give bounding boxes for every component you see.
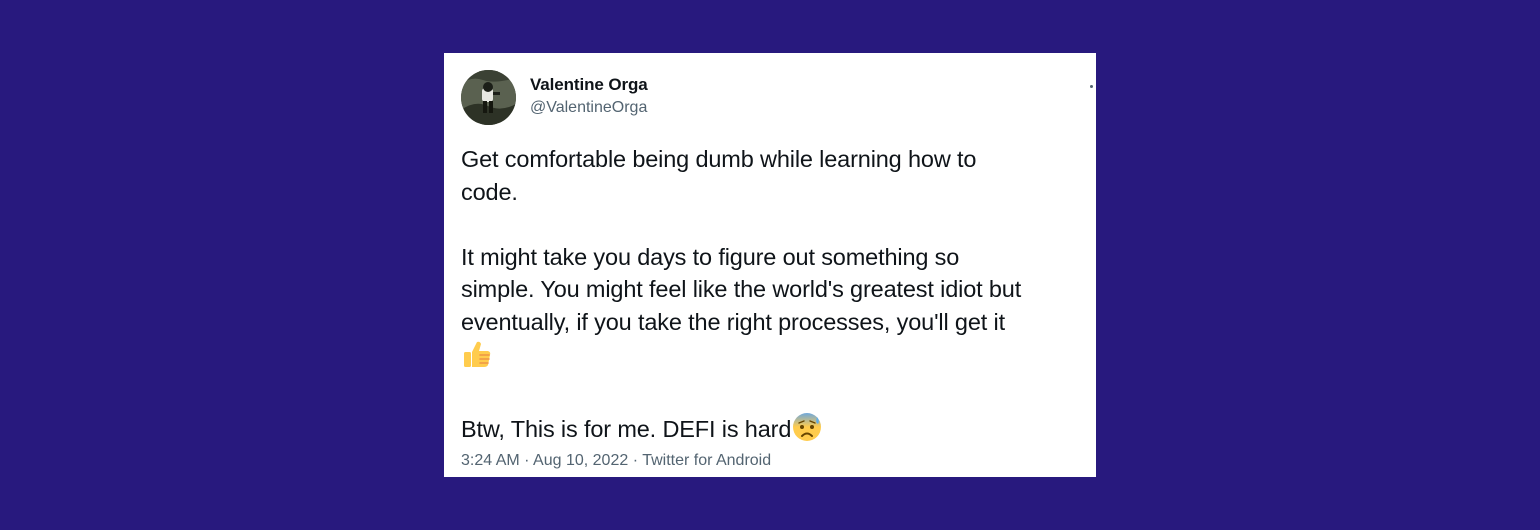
- anxious-face-with-sweat-icon: [791, 411, 823, 452]
- more-options-icon[interactable]: [1088, 83, 1094, 89]
- author-name[interactable]: Valentine Orga: [530, 75, 648, 95]
- tweet-time[interactable]: 3:24 AM: [461, 452, 520, 469]
- avatar[interactable]: [461, 70, 516, 125]
- tweet-line: Get comfortable being dumb while learnin…: [461, 146, 977, 172]
- tweet-line: eventually, if you take the right proces…: [461, 308, 1005, 335]
- thumbs-up-icon: [461, 338, 493, 379]
- tweet-line: Btw, This is for me. DEFI is hard: [461, 416, 792, 442]
- tweet-line-last: Btw, This is for me. DEFI is hard: [461, 411, 1096, 452]
- tweet-line: It might take you days to figure out som…: [461, 243, 960, 270]
- meta-separator: ·: [632, 452, 639, 469]
- tweet-source[interactable]: Twitter for Android: [642, 452, 771, 469]
- tweet-line-emoji: [461, 338, 1096, 379]
- tweet-date[interactable]: Aug 10, 2022: [533, 452, 628, 469]
- tweet-text: Get comfortable being dumb while learnin…: [461, 143, 1096, 452]
- tweet-line: code.: [461, 178, 518, 205]
- tweet-meta: 3:24 AM · Aug 10, 2022 · Twitter for And…: [461, 451, 771, 471]
- author-block: Valentine Orga @ValentineOrga: [530, 75, 648, 119]
- meta-separator: ·: [524, 452, 530, 469]
- tweet-line: simple. You might feel like the world's …: [461, 276, 1022, 302]
- tweet-card: Valentine Orga @ValentineOrga Get comfor…: [444, 53, 1096, 477]
- author-handle[interactable]: @ValentineOrga: [530, 97, 648, 119]
